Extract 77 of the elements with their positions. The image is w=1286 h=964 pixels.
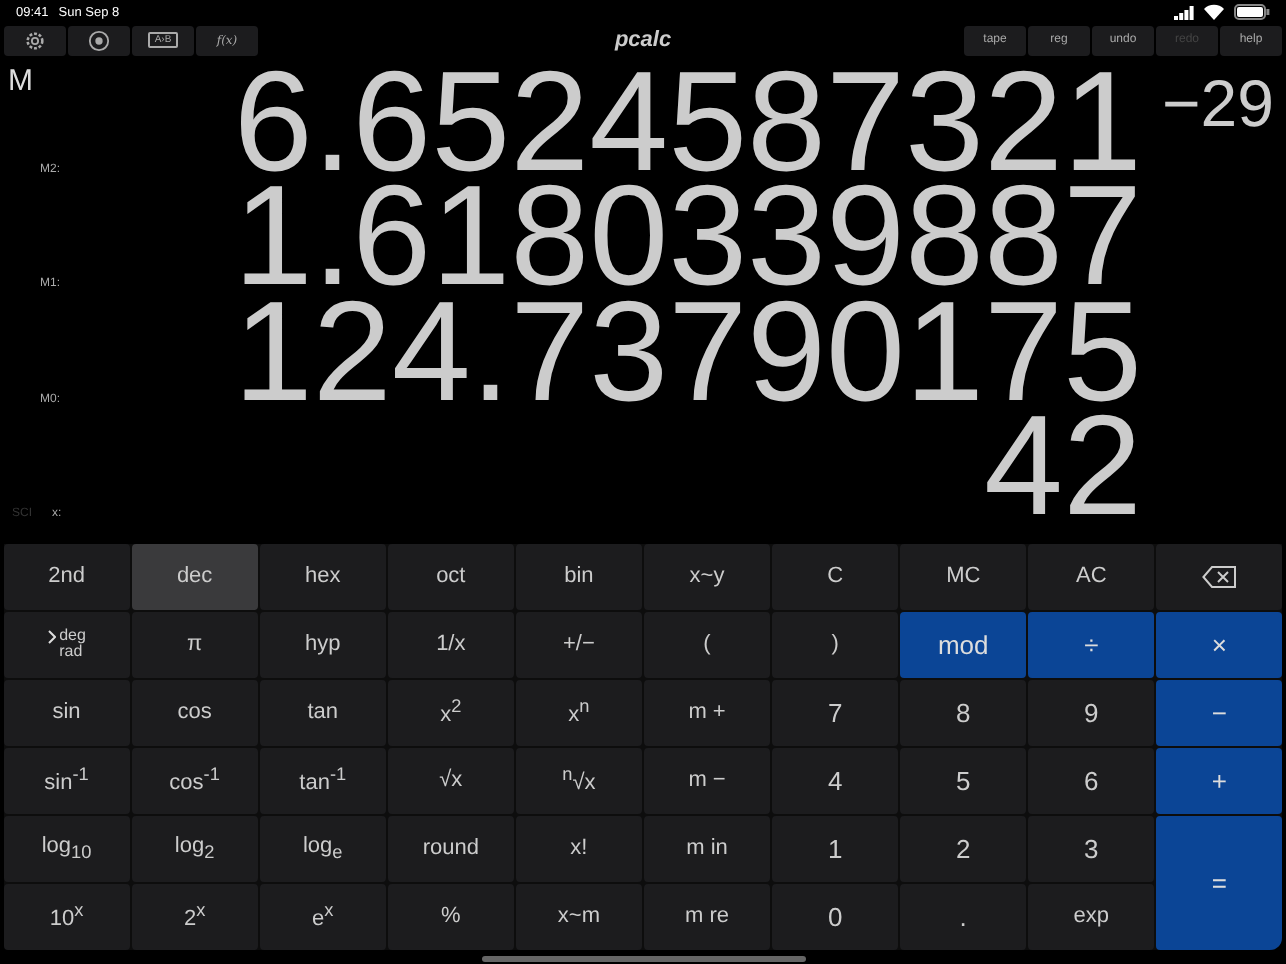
key[interactable]: m + — [644, 680, 770, 745]
angle-option: rad — [59, 644, 83, 661]
key[interactable]: ( — [644, 612, 770, 677]
key[interactable]: exp — [1028, 884, 1154, 949]
key[interactable]: cos$^{-1}$ — [132, 748, 258, 813]
key[interactable]: π — [132, 612, 258, 677]
app-title: pcalc — [614, 28, 672, 52]
key[interactable]: × — [1156, 612, 1282, 677]
key[interactable]: 10$^{x}$ — [4, 884, 130, 949]
key[interactable]: log$_{10}$ — [4, 816, 130, 881]
battery-icon — [1234, 4, 1270, 20]
exponent: −29 — [1162, 66, 1274, 140]
key[interactable]: ÷ — [1028, 612, 1154, 677]
key[interactable]: $^{n}$√x — [516, 748, 642, 813]
coin-icon — [88, 29, 110, 51]
key[interactable]: 4 — [772, 748, 898, 813]
chevron-icon — [47, 629, 56, 644]
backspace-icon — [1202, 565, 1237, 588]
key[interactable]: sin — [4, 680, 130, 745]
key[interactable]: + — [1156, 748, 1282, 813]
key[interactable]: x$^{2}$ — [388, 680, 514, 745]
key[interactable]: x! — [516, 816, 642, 881]
key[interactable]: log$_{e}$ — [260, 816, 386, 881]
key[interactable]: − — [1156, 680, 1282, 745]
key[interactable]: . — [900, 884, 1026, 949]
key[interactable]: MC — [900, 544, 1026, 609]
key[interactable]: = — [1156, 816, 1282, 949]
key[interactable]: 1/x — [388, 612, 514, 677]
key[interactable]: m in — [644, 816, 770, 881]
key[interactable]: m re — [644, 884, 770, 949]
key[interactable]: round — [388, 816, 514, 881]
key[interactable]: x$^{n}$ — [516, 680, 642, 745]
key[interactable]: tan$^{-1}$ — [260, 748, 386, 813]
key[interactable]: +/− — [516, 612, 642, 677]
register-value: 42 — [984, 408, 1142, 528]
wifi-icon — [1204, 4, 1224, 20]
key[interactable]: √x — [388, 748, 514, 813]
key[interactable]: 8 — [900, 680, 1026, 745]
key[interactable]: bin — [516, 544, 642, 609]
register-value: 6.6524587321 — [233, 63, 1142, 183]
key[interactable]: 3 — [1028, 816, 1154, 881]
key[interactable]: x~m — [516, 884, 642, 949]
key[interactable]: 6 — [1028, 748, 1154, 813]
constants-button[interactable] — [68, 25, 130, 55]
key[interactable]: C — [772, 544, 898, 609]
key[interactable]: 0 — [772, 884, 898, 949]
settings-icon — [24, 29, 46, 51]
key[interactable]: hyp — [260, 612, 386, 677]
key[interactable]: tan — [260, 680, 386, 745]
signal-icon — [1174, 5, 1194, 19]
key[interactable]: 9 — [1028, 680, 1154, 745]
key[interactable]: m − — [644, 748, 770, 813]
key[interactable]: 1 — [772, 816, 898, 881]
angle-option: deg — [59, 628, 86, 645]
register-value: 1.6180339887 — [231, 178, 1142, 298]
key[interactable]: 5 — [900, 748, 1026, 813]
key[interactable]: mod — [900, 612, 1026, 677]
backspace-button[interactable] — [1156, 544, 1282, 609]
key[interactable]: % — [388, 884, 514, 949]
key[interactable]: cos — [132, 680, 258, 745]
key[interactable]: e$^{x}$ — [260, 884, 386, 949]
key[interactable]: x~y — [644, 544, 770, 609]
key[interactable]: 2 — [900, 816, 1026, 881]
key[interactable]: oct — [388, 544, 514, 609]
key[interactable]: hex — [260, 544, 386, 609]
key[interactable]: 2$^{x}$ — [132, 884, 258, 949]
memory-indicator: M — [8, 64, 33, 98]
key[interactable]: ) — [772, 612, 898, 677]
key[interactable]: sin$^{-1}$ — [4, 748, 130, 813]
key[interactable]: log$_{2}$ — [132, 816, 258, 881]
key[interactable]: dec — [132, 544, 258, 609]
key[interactable]: AC — [1028, 544, 1154, 609]
key[interactable]: 2nd — [4, 544, 130, 609]
angle-mode-button[interactable]: deg rad — [4, 612, 130, 677]
register-value: 124.73790175 — [231, 293, 1142, 413]
settings-button[interactable] — [4, 25, 66, 55]
key[interactable]: 7 — [772, 680, 898, 745]
